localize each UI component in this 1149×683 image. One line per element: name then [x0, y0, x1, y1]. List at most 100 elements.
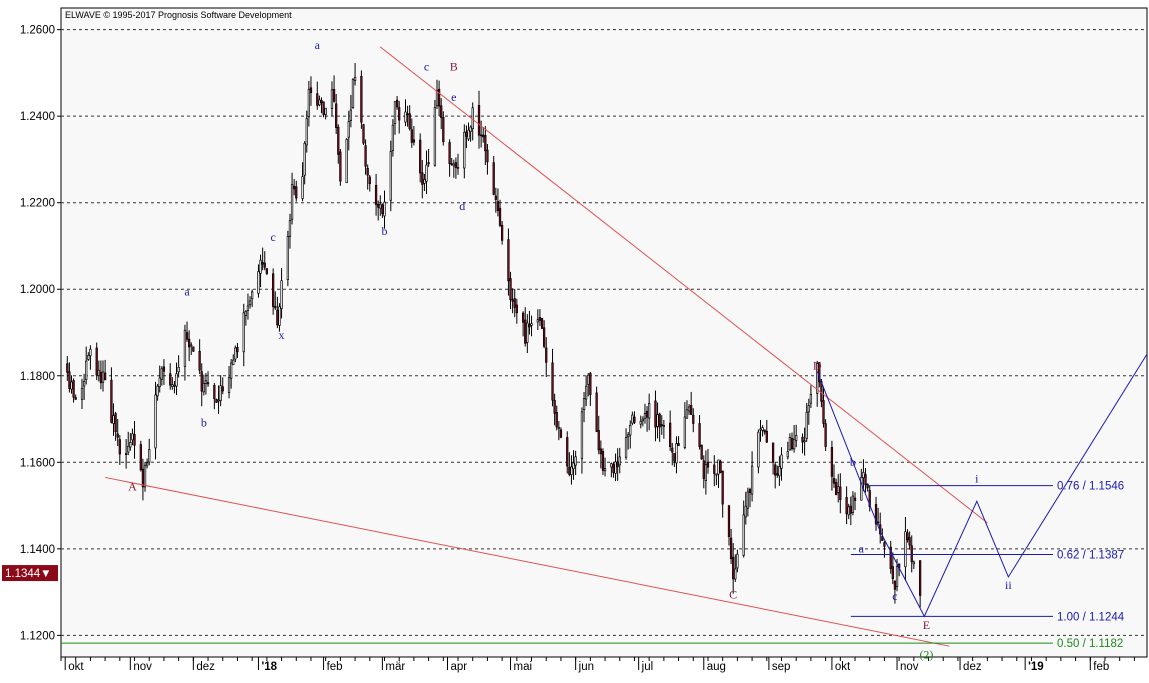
y-tick-label: 1.2000 — [20, 284, 55, 296]
candle-down — [660, 424, 663, 426]
candle-up — [704, 464, 708, 481]
candle-up — [614, 461, 617, 474]
candle-down — [524, 319, 527, 344]
candle-down — [553, 399, 556, 414]
candle-down — [509, 278, 512, 300]
candle-down — [559, 429, 563, 438]
candle-down — [374, 185, 378, 205]
candle-down — [265, 268, 268, 274]
x-tick-label: sep — [772, 661, 791, 673]
x-tick-label: '19 — [1028, 661, 1044, 673]
candle-up — [809, 393, 813, 404]
y-tick-label: 1.1400 — [20, 544, 55, 556]
candle-down — [597, 430, 600, 451]
candle-up — [803, 440, 806, 443]
candle-up — [435, 90, 439, 107]
candle-up — [648, 403, 651, 419]
candle-up — [639, 420, 642, 425]
candle-down — [427, 162, 430, 165]
candle-up — [618, 456, 621, 466]
candle-down — [103, 372, 107, 381]
x-tick-label: feb — [327, 661, 343, 673]
candle-down — [669, 422, 672, 447]
candle-down — [883, 542, 886, 547]
candle-up — [70, 381, 73, 390]
candle-up — [251, 291, 254, 300]
candle-down — [221, 386, 224, 392]
candle-down — [192, 346, 195, 352]
candle-down — [845, 497, 848, 514]
candle-up — [662, 425, 666, 427]
candle-up — [456, 166, 460, 169]
candle-up — [585, 385, 588, 400]
wave-label: A — [128, 479, 137, 493]
candle-up — [746, 491, 750, 509]
candle-down — [395, 99, 399, 108]
candle-up — [389, 151, 392, 201]
candle-down — [263, 262, 266, 268]
candle-up — [232, 359, 235, 366]
candle-up — [175, 373, 178, 387]
candle-down — [68, 371, 71, 389]
candle-down — [320, 100, 323, 103]
candle-up — [183, 329, 187, 367]
candle-down — [332, 89, 336, 102]
candle-up — [379, 203, 382, 209]
candle-down — [236, 346, 239, 353]
candle-up — [761, 427, 764, 431]
candle-down — [215, 398, 218, 403]
wave-label: c — [424, 60, 429, 74]
plot-area — [60, 7, 1148, 658]
candle-up — [467, 129, 470, 140]
candle-up — [131, 433, 134, 441]
candle-up — [715, 473, 718, 476]
candle-up — [530, 323, 533, 326]
candle-down — [410, 129, 413, 143]
candle-up — [351, 79, 355, 108]
candle-up — [248, 300, 252, 306]
candle-up — [190, 344, 193, 347]
candle-down — [673, 453, 676, 462]
candle-down — [566, 437, 569, 467]
candle-down — [692, 414, 695, 424]
candle-down — [698, 423, 701, 447]
candle-up — [717, 459, 720, 475]
candle-down — [595, 392, 598, 432]
candle-down — [538, 317, 542, 321]
candle-up — [307, 89, 311, 118]
x-tick-label: mär — [385, 661, 405, 673]
wave-label: B — [450, 60, 458, 74]
candle-down — [654, 400, 657, 428]
x-tick-label: nov — [900, 661, 919, 673]
candle-down — [719, 461, 722, 473]
x-tick-label: dez — [963, 661, 982, 673]
candle-up — [87, 355, 90, 360]
candle-down — [834, 482, 838, 496]
candle-up — [82, 381, 86, 387]
candle-down — [377, 203, 380, 208]
candle-up — [303, 142, 306, 176]
candle-down — [486, 149, 489, 163]
wave-label: e — [451, 90, 456, 104]
candle-down — [849, 505, 852, 514]
candle-down — [542, 327, 546, 347]
candle-down — [454, 162, 458, 168]
candle-down — [479, 134, 483, 137]
x-tick-label: aug — [707, 661, 726, 673]
candle-up — [280, 280, 283, 309]
candle-down — [381, 204, 384, 215]
candle-up — [425, 164, 428, 182]
candle-down — [169, 373, 172, 386]
candle-up — [154, 394, 157, 449]
candle-up — [288, 220, 292, 237]
candle-up — [330, 89, 334, 109]
candle-up — [580, 411, 584, 460]
candle-up — [423, 179, 426, 184]
chart-canvas: ELWAVE © 1995-2017 Prognosis Software De… — [2, 7, 1148, 673]
candle-up — [345, 138, 348, 184]
candle-up — [219, 385, 222, 402]
wave-label: a — [315, 38, 321, 52]
wave-label: c — [892, 589, 897, 603]
wave-label: a — [859, 541, 865, 555]
candle-up — [433, 107, 437, 166]
